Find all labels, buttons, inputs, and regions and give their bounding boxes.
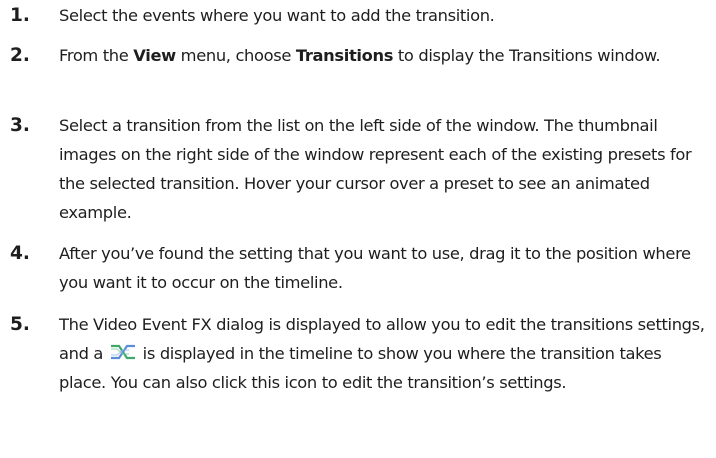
step-1: 1. Select the events where you want to a… xyxy=(10,1,710,30)
transition-icon xyxy=(109,340,136,360)
step-text-part: From the xyxy=(59,46,134,65)
step-text: From the View menu, choose Transitions t… xyxy=(59,41,710,70)
step-text-part: is displayed in the timeline to show you… xyxy=(59,344,662,392)
step-text: The Video Event FX dialog is displayed t… xyxy=(59,310,710,397)
step-number: 3. xyxy=(10,115,30,136)
step-text: After you’ve found the setting that you … xyxy=(59,244,691,292)
step-text-part: to display the Transitions window. xyxy=(393,46,661,65)
command-name-transitions: Transitions xyxy=(295,46,394,65)
step-number: 4. xyxy=(10,243,30,264)
step-4: 4. After you’ve found the setting that y… xyxy=(10,239,710,297)
menu-name-view: View xyxy=(133,46,176,65)
step-number: 1. xyxy=(10,5,30,26)
step-text-part: menu, choose xyxy=(175,46,296,65)
step-3: 3. Select a transition from the list on … xyxy=(10,111,710,227)
step-5: 5. The Video Event FX dialog is displaye… xyxy=(10,310,710,397)
step-text: Select the events where you want to add … xyxy=(59,6,495,25)
step-number: 2. xyxy=(10,45,30,66)
step-number: 5. xyxy=(10,314,30,335)
step-text: Select a transition from the list on the… xyxy=(59,116,692,222)
step-2: 2. From the View menu, choose Transition… xyxy=(10,41,710,70)
